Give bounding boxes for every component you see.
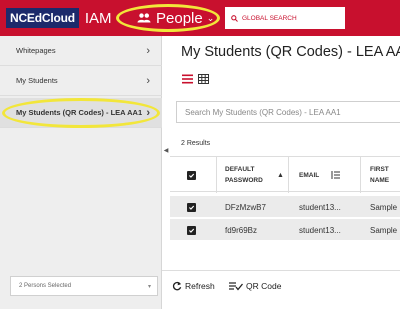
table-row[interactable]: fd9r69Bz student13... Sample	[170, 219, 400, 241]
view-toggle	[182, 74, 209, 84]
people-menu-button[interactable]: People ⌄	[137, 8, 214, 28]
row-checkbox[interactable]	[187, 196, 196, 218]
top-bar: NCEdCloud IAM People ⌄	[0, 0, 400, 36]
logo-text: NCEdCloud	[6, 8, 79, 28]
grid-view-icon[interactable]	[198, 74, 209, 84]
selection-dropdown[interactable]: 2 Persons Selected ▾	[10, 276, 158, 296]
column-divider	[216, 157, 217, 193]
people-icon	[137, 13, 151, 23]
qr-code-button[interactable]: QR Code	[229, 281, 281, 291]
sidebar-item-label: My Students	[16, 76, 58, 85]
refresh-label: Refresh	[185, 281, 215, 291]
table-row[interactable]: DFzMzwB7 student13... Sample	[170, 196, 400, 218]
cell-email: student13...	[299, 225, 341, 235]
sort-asc-icon: ▲	[277, 171, 284, 179]
column-header-first-name[interactable]: FIRST NAME	[370, 157, 400, 193]
row-checkbox[interactable]	[187, 219, 196, 241]
sidebar: Whitepages › My Students › My Students (…	[0, 36, 162, 309]
results-count: 2 Results	[181, 140, 211, 147]
sidebar-item-label: My Students (QR Codes) - LEA AA1	[16, 108, 143, 117]
column-header-email[interactable]: EMAIL	[299, 157, 359, 193]
global-search[interactable]	[225, 7, 345, 29]
logo-suffix: IAM	[84, 9, 112, 27]
main-content: My Students (QR Codes) - LEA AA1 2 Resul…	[170, 36, 400, 309]
sidebar-item-my-students[interactable]: My Students ›	[0, 66, 162, 96]
cell-default-password: DFzMzwB7	[225, 202, 266, 212]
cell-email: student13...	[299, 202, 341, 212]
chevron-down-icon: ⌄	[206, 12, 215, 23]
cell-first-name: Sample	[370, 202, 398, 212]
chevron-right-icon: ›	[146, 44, 150, 57]
qr-code-icon	[229, 282, 243, 291]
cell-first-name: Sample	[370, 225, 398, 235]
column-label: EMAIL	[299, 171, 320, 179]
collapse-sidebar-icon[interactable]: ◀	[162, 144, 170, 156]
list-view-icon[interactable]	[182, 74, 193, 84]
column-divider	[360, 157, 361, 193]
page-title: My Students (QR Codes) - LEA AA1	[181, 44, 400, 60]
action-bar: Refresh QR Code	[162, 270, 400, 309]
cell-default-password: fd9r69Bz	[225, 225, 258, 235]
filter-list-icon[interactable]	[331, 171, 341, 179]
qr-code-label: QR Code	[246, 281, 282, 291]
student-search[interactable]	[176, 101, 400, 123]
refresh-button[interactable]: Refresh	[172, 281, 215, 291]
column-divider	[288, 157, 289, 193]
column-header-default-password[interactable]: DEFAULT PASSWORD ▲	[225, 157, 285, 193]
chevron-right-icon: ›	[146, 106, 150, 119]
refresh-icon	[172, 281, 182, 291]
dropdown-arrow-icon: ▾	[147, 283, 151, 290]
global-search-input[interactable]	[242, 14, 337, 22]
select-all-checkbox[interactable]	[187, 157, 196, 193]
student-search-input[interactable]	[185, 107, 395, 117]
app-logo[interactable]: NCEdCloud IAM	[6, 7, 112, 29]
sidebar-item-label: Whitepages	[16, 46, 56, 55]
table-header: DEFAULT PASSWORD ▲ EMAIL FIRST NAME	[170, 156, 400, 193]
search-icon	[231, 14, 238, 22]
sidebar-item-whitepages[interactable]: Whitepages ›	[0, 36, 162, 66]
column-label: DEFAULT PASSWORD	[225, 166, 263, 184]
sidebar-item-my-students-qr-codes[interactable]: My Students (QR Codes) - LEA AA1 ›	[0, 98, 162, 128]
chevron-right-icon: ›	[146, 74, 150, 87]
selection-count-label: 2 Persons Selected	[19, 283, 72, 289]
people-menu-label: People	[156, 9, 203, 27]
column-label: FIRST NAME	[370, 166, 390, 184]
